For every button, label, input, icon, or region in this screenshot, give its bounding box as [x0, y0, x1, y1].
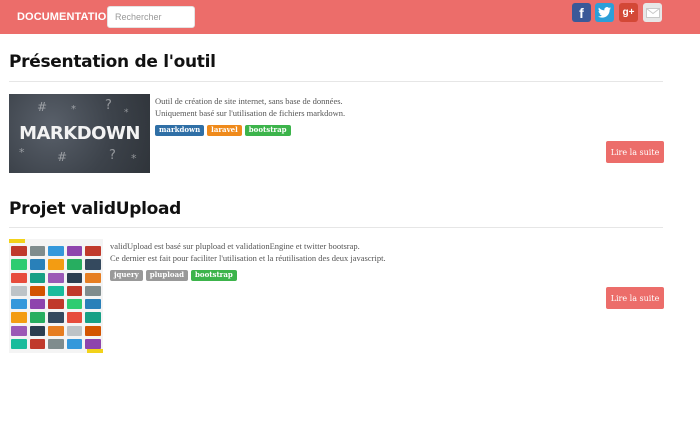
thumbnail-tile	[11, 285, 27, 296]
thumbnail-tile	[11, 338, 27, 349]
tag-bootstrap[interactable]: bootstrap	[191, 270, 237, 281]
thumbnail-tile	[85, 272, 101, 283]
facebook-icon[interactable]: f	[572, 3, 591, 22]
thumbnail-tile	[29, 285, 46, 296]
thumbnail-tile	[85, 299, 101, 310]
twitter-icon[interactable]	[595, 3, 614, 22]
article-description: validUpload est basé sur plupload et val…	[110, 241, 386, 263]
thumbnail-tile	[66, 338, 83, 349]
thumbnail-tile	[29, 312, 46, 323]
navbar: DOCUMENTATION f g+	[0, 0, 700, 34]
thumbnail-tile	[85, 325, 101, 336]
thumbnail-tile	[85, 338, 101, 349]
thumbnail-tile	[48, 299, 64, 310]
thumbnail-tile	[11, 312, 27, 323]
thumbnail-tile	[11, 272, 27, 283]
search-input[interactable]	[107, 6, 195, 28]
brand-link[interactable]: DOCUMENTATION	[17, 11, 114, 23]
read-more-button[interactable]: Lire la suite	[606, 141, 664, 163]
thumbnail-label	[87, 349, 103, 353]
validupload-thumbnail	[9, 239, 103, 353]
thumbnail-tile	[29, 272, 46, 283]
article-title: Projet validUpload	[9, 199, 182, 219]
thumbnail-tile	[11, 325, 27, 336]
article-title: Présentation de l'outil	[9, 52, 216, 72]
thumbnail-tile	[29, 259, 46, 270]
tag-plupload[interactable]: plupload	[145, 270, 189, 281]
thumbnail-tile	[48, 285, 64, 296]
thumbnail-tile	[66, 272, 83, 283]
thumbnail-tile	[29, 325, 46, 336]
thumbnail-tile	[11, 246, 27, 257]
divider	[9, 81, 663, 82]
thumbnail-tile	[85, 312, 101, 323]
thumbnail-tile	[66, 325, 83, 336]
thumbnail-tile	[48, 259, 64, 270]
divider	[9, 227, 663, 228]
thumbnail-tile	[11, 299, 27, 310]
tag-laravel[interactable]: laravel	[207, 125, 242, 136]
thumbnail-label	[9, 239, 25, 243]
thumbnail-tile	[85, 246, 101, 257]
thumbnail-tile	[66, 312, 83, 323]
article-description: Outil de création de site internet, sans…	[155, 96, 346, 118]
thumbnail-tile	[85, 285, 101, 296]
thumbnail-tile	[66, 246, 83, 257]
googleplus-icon[interactable]: g+	[619, 3, 638, 22]
thumbnail-tile	[48, 338, 64, 349]
mail-icon[interactable]	[643, 3, 662, 22]
read-more-button[interactable]: Lire la suite	[606, 287, 664, 309]
markdown-thumbnail: # * ? * * # ? * MARKDOWN	[9, 94, 150, 173]
thumbnail-tile	[29, 299, 46, 310]
thumbnail-tile	[29, 338, 46, 349]
tag-markdown[interactable]: markdown	[155, 125, 205, 136]
tag-list: markdown laravel bootstrap	[155, 125, 291, 136]
thumbnail-tile	[48, 312, 64, 323]
thumbnail-tile	[48, 325, 64, 336]
thumbnail-tile	[85, 259, 101, 270]
thumbnail-tile	[11, 259, 27, 270]
tag-jquery[interactable]: jquery	[110, 270, 143, 281]
thumbnail-tile	[66, 299, 83, 310]
tag-list: jquery plupload bootstrap	[110, 270, 237, 281]
thumbnail-tile	[66, 285, 83, 296]
thumbnail-tile	[29, 246, 46, 257]
tag-bootstrap[interactable]: bootstrap	[244, 125, 291, 136]
thumbnail-tile	[48, 246, 64, 257]
thumbnail-tile	[66, 259, 83, 270]
thumbnail-tile	[48, 272, 64, 283]
